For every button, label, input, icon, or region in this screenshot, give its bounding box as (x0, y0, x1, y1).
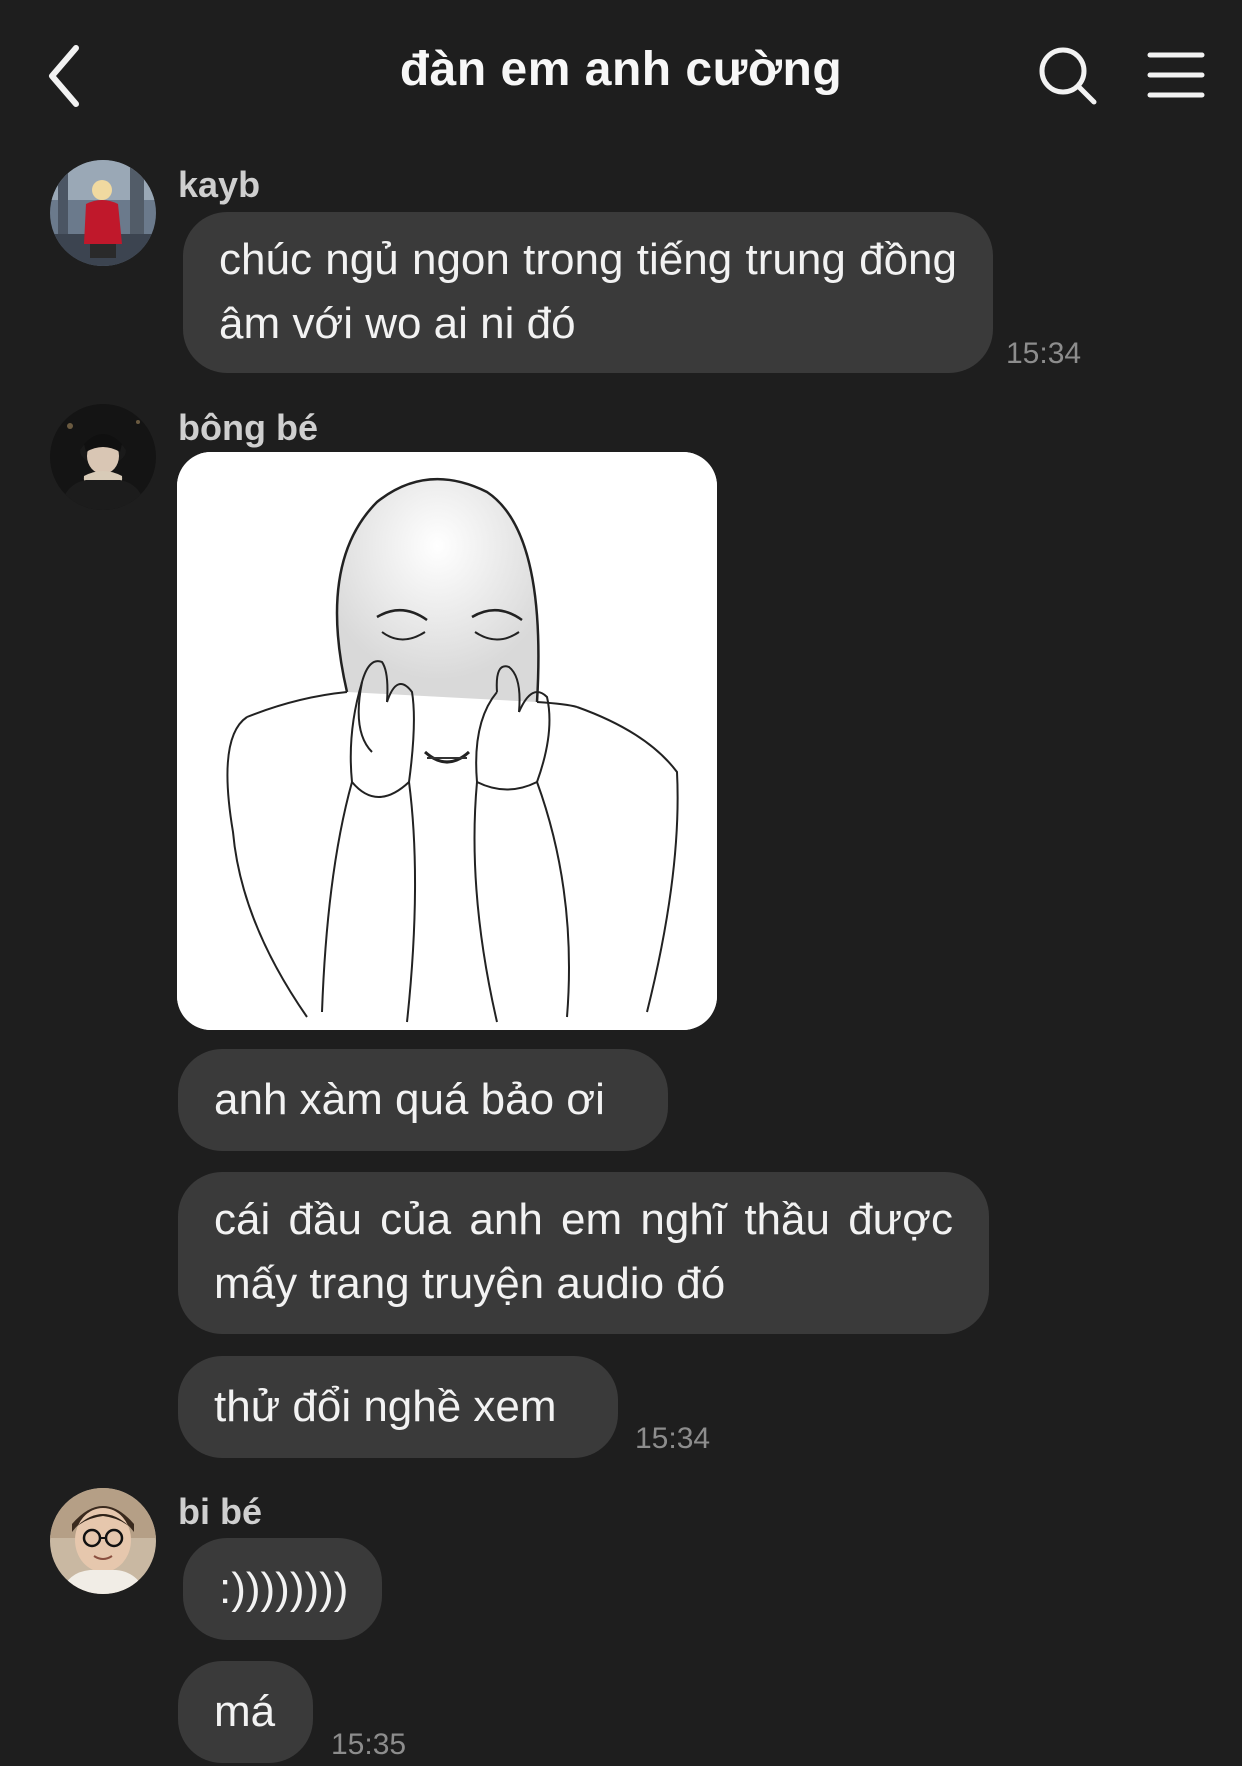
message-bubble[interactable]: :)))))))) (183, 1538, 382, 1640)
avatar-kayb[interactable] (50, 160, 156, 266)
sender-name: bông bé (178, 407, 318, 448)
chat-header: đàn em anh cường (0, 0, 1242, 150)
search-icon (1039, 47, 1097, 105)
message-timestamp: 15:34 (635, 1422, 711, 1455)
search-button[interactable] (1036, 44, 1100, 108)
avatar-photo (50, 160, 156, 266)
message-bubble[interactable]: má (178, 1661, 313, 1763)
message-bubble[interactable]: thử đổi nghề xem (178, 1356, 618, 1458)
message-timestamp: 15:34 (1006, 337, 1082, 370)
message-bubble[interactable]: cái đầu của anh em nghĩ thầu được mấy tr… (178, 1172, 989, 1334)
sketch-image[interactable] (177, 452, 717, 1030)
message-bubble[interactable]: anh xàm quá bảo ơi (178, 1049, 668, 1151)
sketch-drawing (177, 452, 717, 1030)
avatar-bi-be[interactable] (50, 1488, 156, 1594)
avatar-bong-be[interactable] (50, 404, 156, 510)
message-bubble[interactable]: chúc ngủ ngon trong tiếng trung đồng âm … (183, 212, 993, 373)
avatar-photo (50, 404, 156, 510)
avatar-photo (50, 1488, 156, 1594)
sender-name: kayb (178, 164, 261, 205)
sender-name: bi bé (178, 1491, 263, 1532)
message-timestamp: 15:35 (331, 1728, 407, 1761)
menu-button[interactable] (1146, 50, 1206, 100)
menu-icon (1147, 52, 1205, 98)
